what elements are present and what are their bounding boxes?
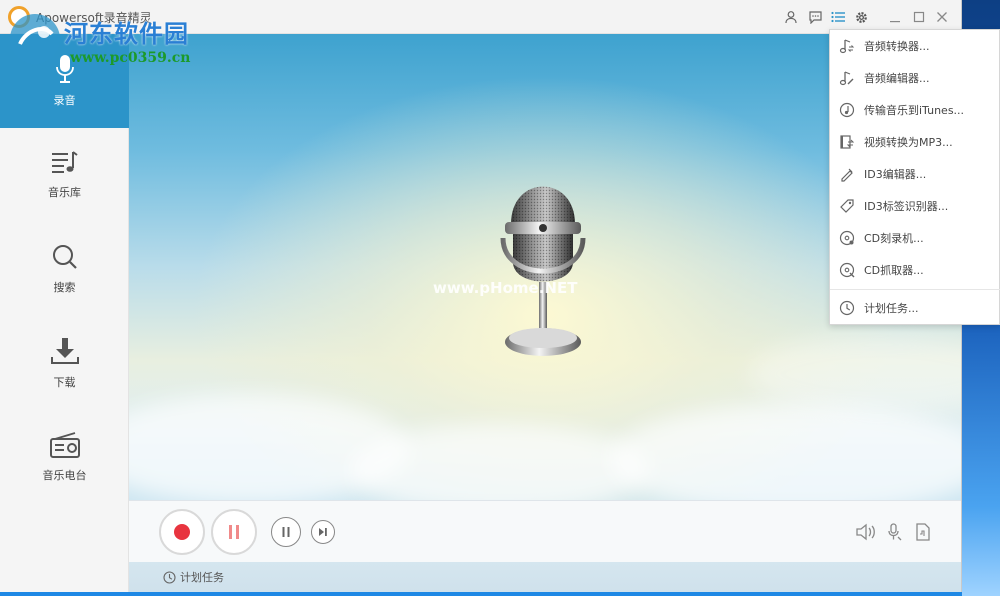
schedule-task-link[interactable]: 计划任务: [163, 569, 224, 585]
menu-item-id3-tag-recognizer[interactable]: ID3标签识别器...: [830, 190, 1000, 222]
stage-watermark: www.pHome.NET: [433, 279, 578, 297]
tag-icon: [840, 199, 854, 213]
audio-edit-icon: [839, 71, 854, 86]
menu-item-video-to-mp3[interactable]: 视频转换为MP3...: [830, 126, 1000, 158]
next-icon: [319, 528, 327, 536]
record-icon: [174, 524, 190, 540]
audio-convert-icon: [839, 39, 855, 54]
minimize-icon[interactable]: [886, 8, 904, 26]
sidebar-item-label: 音乐库: [48, 186, 81, 199]
sidebar-item-label: 音乐电台: [42, 469, 87, 482]
microphone-illustration: [500, 186, 586, 356]
menu-item-cd-burner[interactable]: CD刻录机...: [830, 222, 1000, 254]
file-output-button[interactable]: [915, 523, 931, 545]
mic-small-icon: [888, 523, 902, 541]
title-bar: Apowersoft录音精灵: [0, 0, 961, 34]
sidebar-item-radio[interactable]: 音乐电台: [0, 410, 129, 504]
app-window: Apowersoft录音精灵 录音 音乐库 搜索 下载 音乐电台 www.pHo…: [0, 0, 962, 592]
menu-list-icon[interactable]: [829, 8, 847, 26]
close-icon[interactable]: [933, 8, 951, 26]
clock-icon: [163, 570, 176, 584]
file-icon: [916, 523, 930, 541]
menu-item-transfer-itunes[interactable]: 传输音乐到iTunes...: [830, 94, 1000, 126]
sidebar-item-music-library[interactable]: 音乐库: [0, 128, 129, 222]
pause-recording-button[interactable]: [211, 509, 257, 555]
sidebar-item-label: 下载: [53, 376, 76, 389]
window-title: Apowersoft录音精灵: [36, 11, 152, 25]
clock-icon: [839, 300, 855, 316]
id3-edit-icon: [841, 168, 853, 182]
menu-divider: [830, 289, 1000, 290]
gear-icon[interactable]: [852, 8, 870, 26]
menu-item-label: 计划任务...: [864, 302, 919, 315]
menu-item-label: ID3编辑器...: [864, 168, 927, 181]
sidebar: 录音 音乐库 搜索 下载 音乐电台: [0, 34, 129, 592]
tools-dropdown-menu: 音频转换器... 音频编辑器... 传输音乐到iTunes... 视频转换为MP…: [829, 29, 1000, 325]
itunes-icon: [839, 102, 855, 118]
download-icon: [50, 338, 79, 364]
menu-item-label: CD抓取器...: [864, 264, 924, 277]
pause-button[interactable]: [271, 517, 301, 547]
control-bar: [129, 500, 961, 562]
microphone-icon: [55, 55, 74, 83]
status-bar: 计划任务: [129, 562, 961, 592]
pause-small-icon: [282, 527, 290, 537]
sidebar-item-label: 搜索: [53, 281, 76, 294]
music-library-icon: [51, 151, 78, 173]
cd-rip-icon: [839, 262, 855, 278]
video-convert-icon: [840, 135, 855, 149]
menu-item-audio-converter[interactable]: 音频转换器...: [830, 30, 1000, 62]
next-button[interactable]: [311, 520, 335, 544]
menu-item-scheduled-task[interactable]: 计划任务...: [830, 292, 1000, 324]
maximize-icon[interactable]: [910, 8, 928, 26]
sidebar-item-download[interactable]: 下载: [0, 316, 129, 410]
volume-button[interactable]: [855, 523, 877, 545]
user-icon[interactable]: [782, 8, 800, 26]
speaker-icon: [856, 523, 875, 541]
schedule-label: 计划任务: [180, 571, 224, 584]
radio-icon: [49, 432, 80, 458]
cd-burn-icon: [839, 230, 855, 246]
menu-item-label: 音频转换器...: [864, 40, 930, 53]
sidebar-item-record[interactable]: 录音: [0, 34, 129, 128]
menu-item-label: 视频转换为MP3...: [864, 136, 953, 149]
menu-item-label: 音频编辑器...: [864, 72, 930, 85]
sidebar-item-label: 录音: [53, 94, 76, 107]
record-button[interactable]: [159, 509, 205, 555]
search-icon: [52, 245, 77, 269]
sidebar-item-search[interactable]: 搜索: [0, 222, 129, 316]
app-logo-icon: [8, 6, 30, 28]
menu-item-audio-editor[interactable]: 音频编辑器...: [830, 62, 1000, 94]
pause-icon: [229, 525, 239, 539]
menu-item-label: CD刻录机...: [864, 232, 924, 245]
menu-item-cd-ripper[interactable]: CD抓取器...: [830, 254, 1000, 286]
menu-item-label: ID3标签识别器...: [864, 200, 949, 213]
menu-item-label: 传输音乐到iTunes...: [864, 104, 965, 117]
menu-item-id3-editor[interactable]: ID3编辑器...: [830, 158, 1000, 190]
mic-source-button[interactable]: [885, 523, 903, 545]
feedback-icon[interactable]: [806, 8, 824, 26]
